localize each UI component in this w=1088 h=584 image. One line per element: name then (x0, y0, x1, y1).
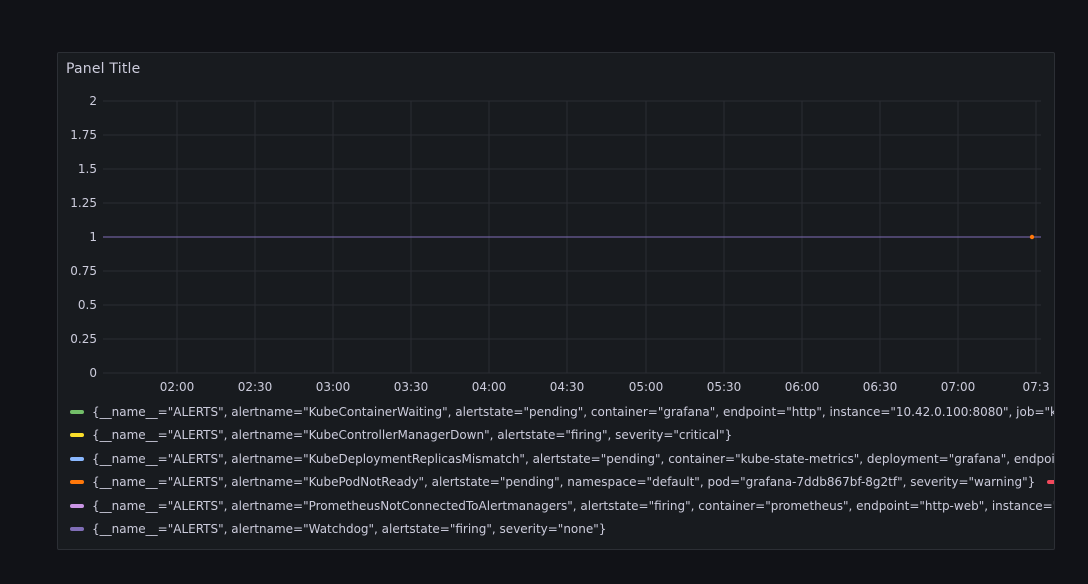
legend-row: {__name__="ALERTS", alertname="KubeDeplo… (70, 447, 1055, 471)
y-axis: 0 0.25 0.5 0.75 1 1.25 1.5 1.75 2 (70, 94, 97, 380)
legend-label: {__name__="ALERTS", alertname="Prometheu… (92, 498, 1055, 513)
x-tick-label: 05:30 (707, 380, 742, 393)
legend-item[interactable]: {__name__="ALERTS", alertname="KubeConta… (70, 404, 1055, 419)
x-tick-label: 02:00 (160, 380, 195, 393)
x-tick-label: 06:00 (785, 380, 820, 393)
x-tick-label: 06:30 (863, 380, 898, 393)
y-tick-label: 0.75 (70, 264, 97, 278)
legend-label: {__name__="ALERTS", alertname="KubeContr… (92, 428, 733, 443)
legend-row: {__name__="ALERTS", alertname="Prometheu… (70, 494, 1055, 518)
legend-swatch (70, 409, 84, 414)
x-tick-label: 07:3 (1023, 380, 1050, 393)
y-tick-label: 1 (89, 230, 97, 244)
legend-item[interactable]: {__name__="ALERTS", alertname="Prometheu… (70, 498, 1055, 513)
x-tick-label: 04:00 (472, 380, 507, 393)
legend-row: {__name__="ALERTS", alertname="KubePodNo… (70, 471, 1054, 495)
legend-label: {__name__="ALERTS", alertname="KubePodNo… (92, 475, 1036, 490)
x-tick-label: 03:30 (394, 380, 429, 393)
legend-swatch (70, 480, 84, 485)
legend-item[interactable]: {__name__="ALERTS", alertname="KubeContr… (70, 428, 732, 442)
x-tick-label: 04:30 (550, 380, 585, 393)
legend: {__name__="ALERTS", alertname="KubeConta… (70, 400, 1055, 542)
x-tick-label: 02:30 (238, 380, 273, 393)
graph-panel: Panel Title 0 0.25 0.5 0.75 1 1.25 1.5 1.75 2 02… (57, 52, 1055, 550)
x-axis: 02:00 02:30 03:00 03:30 04:00 04:30 05:00 05:30… (160, 380, 1050, 393)
legend-swatch (70, 503, 84, 508)
x-tick-label: 07:00 (941, 380, 976, 393)
legend-swatch (1047, 480, 1054, 485)
legend-row: {__name__="ALERTS", alertname="KubeConta… (70, 400, 1055, 424)
y-tick-label: 0.25 (70, 332, 97, 346)
legend-item[interactable]: {__name__="ALERTS", alertname="Watchdog"… (70, 522, 606, 536)
y-tick-label: 1.75 (70, 128, 97, 142)
x-tick-label: 05:00 (629, 380, 664, 393)
legend-label: {__name__="ALERTS", alertname="Watchdog"… (92, 522, 607, 537)
legend-row: {__name__="ALERTS", alertname="KubeContr… (70, 424, 1054, 448)
x-tick-label: 03:00 (316, 380, 351, 393)
y-tick-label: 0 (89, 366, 97, 380)
legend-label: {__name__="ALERTS", alertname="KubeDeplo… (92, 451, 1055, 466)
y-tick-label: 1.5 (78, 162, 97, 176)
legend-swatch (70, 456, 84, 461)
chart[interactable]: 0 0.25 0.5 0.75 1 1.25 1.5 1.75 2 02:00 02:30 03:0… (58, 53, 1055, 393)
legend-item[interactable]: {__ (1047, 475, 1054, 489)
legend-item[interactable]: {__name__="ALERTS", alertname="KubePodNo… (70, 475, 1035, 489)
y-tick-label: 0.5 (78, 298, 97, 312)
legend-label: {__name__="ALERTS", alertname="KubeConta… (92, 404, 1055, 419)
series-point (1029, 234, 1035, 240)
legend-swatch (70, 433, 84, 438)
y-tick-label: 1.25 (70, 196, 97, 210)
legend-item[interactable]: {__name__="ALERTS", alertname="KubeDeplo… (70, 451, 1055, 466)
series-lines (103, 234, 1041, 240)
legend-row: {__name__="ALERTS", alertname="Watchdog"… (70, 518, 1054, 542)
legend-swatch (70, 527, 84, 532)
y-tick-label: 2 (89, 94, 97, 108)
